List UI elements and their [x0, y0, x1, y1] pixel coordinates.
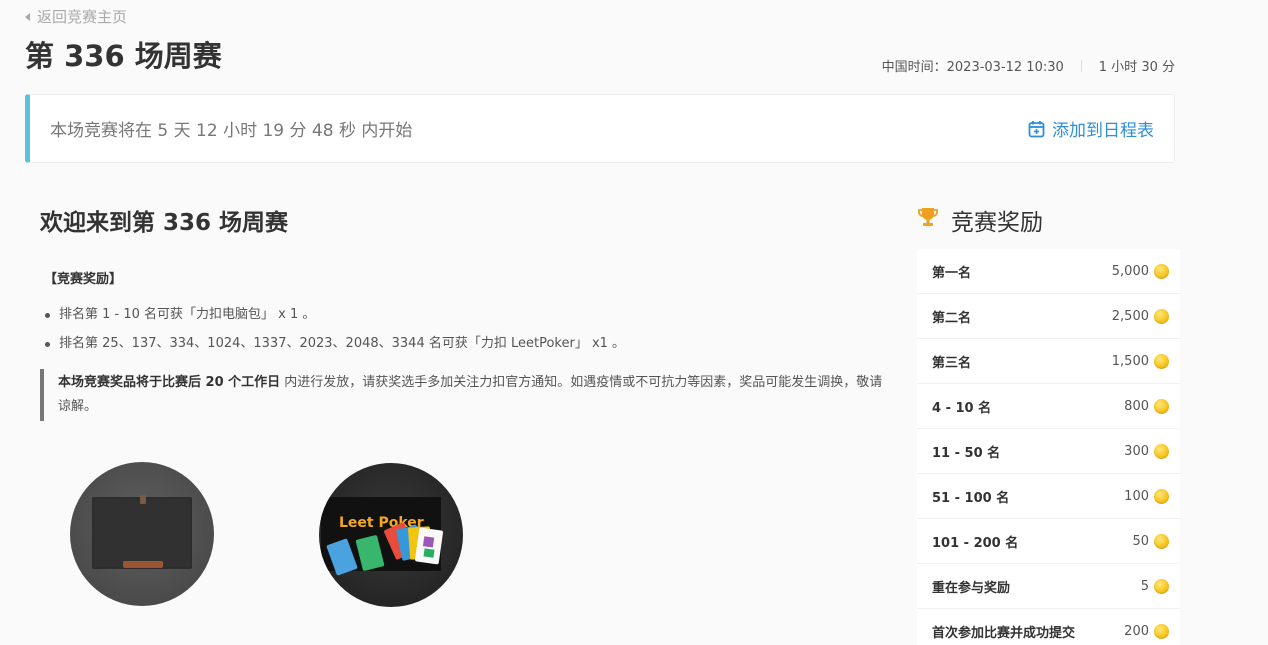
coin-icon: [1154, 488, 1169, 504]
contest-meta: 中国时间：2023-03-12 10:30 1 小时 30 分: [882, 56, 1175, 75]
calendar-plus-icon: [1028, 120, 1045, 138]
coin-icon: [1154, 353, 1169, 369]
reward-item: 排名第 1 - 10 名可获「力扣电脑包」 x 1 。: [44, 305, 625, 334]
caret-left-icon: [25, 12, 30, 21]
back-link-label: 返回竞赛主页: [37, 8, 128, 26]
reward-list: 排名第 1 - 10 名可获「力扣电脑包」 x 1 。 排名第 25、137、3…: [44, 305, 625, 363]
reward-points: 100: [1124, 488, 1169, 504]
countdown-text: 本场竞赛将在 5 天 12 小时 19 分 48 秒 内开始: [50, 121, 413, 141]
countdown-banner: 本场竞赛将在 5 天 12 小时 19 分 48 秒 内开始 添加到日程表: [25, 94, 1175, 163]
points-value: 50: [1132, 533, 1149, 549]
reward-points: 5: [1140, 578, 1169, 594]
points-value: 5: [1140, 578, 1149, 594]
points-value: 300: [1124, 443, 1149, 459]
prize-notice-emphasis: 本场竞赛奖品将于比赛后 20 个工作日: [58, 375, 281, 390]
points-value: 5,000: [1111, 263, 1149, 279]
rewards-row: 101 - 200 名 50: [917, 519, 1180, 564]
rewards-row: 第三名 1,500: [917, 339, 1180, 384]
back-to-contest-home-link[interactable]: 返回竞赛主页: [25, 6, 127, 27]
coin-icon: [1154, 398, 1169, 414]
rewards-row: 首次参加比赛并成功提交 200: [917, 609, 1180, 645]
points-value: 2,500: [1111, 308, 1149, 324]
leetpoker-prize-image: Leet Poker: [319, 463, 463, 607]
rewards-section-label: 【竞赛奖励】: [44, 272, 123, 287]
reward-points: 800: [1124, 398, 1169, 414]
page-title: 第 336 场周赛: [25, 39, 222, 73]
reward-rank: 第一名: [932, 265, 972, 281]
rewards-row: 51 - 100 名 100: [917, 474, 1180, 519]
reward-points: 50: [1132, 533, 1169, 549]
coin-icon: [1154, 533, 1169, 549]
points-value: 1,500: [1111, 353, 1149, 369]
add-to-calendar-label: 添加到日程表: [1052, 121, 1154, 141]
rewards-panel-title: 竞赛奖励: [951, 210, 1043, 236]
rewards-row: 第一名 5,000: [917, 249, 1180, 294]
rewards-table: 第一名 5,000 第二名 2,500 第三名 1,500 4 - 10 名 8…: [917, 249, 1180, 645]
trophy-icon: [917, 206, 939, 234]
reward-rank: 第二名: [932, 310, 972, 326]
reward-item: 排名第 25、137、334、1024、1337、2023、2048、3344 …: [44, 334, 625, 363]
contest-duration: 1 小时 30 分: [1098, 60, 1175, 75]
rewards-panel-heading: 竞赛奖励: [917, 203, 1043, 237]
reward-rank: 首次参加比赛并成功提交: [932, 625, 1076, 641]
reward-rank: 11 - 50 名: [932, 445, 1001, 461]
coin-icon: [1154, 308, 1169, 324]
coin-icon: [1154, 578, 1169, 594]
rewards-row: 第二名 2,500: [917, 294, 1180, 339]
points-value: 200: [1124, 623, 1149, 639]
reward-rank: 重在参与奖励: [932, 580, 1011, 596]
prize-notice: 本场竞赛奖品将于比赛后 20 个工作日 内进行发放，请获奖选手多加关注力扣官方通…: [40, 369, 886, 421]
reward-points: 5,000: [1111, 263, 1169, 279]
add-to-calendar-link[interactable]: 添加到日程表: [1028, 116, 1154, 141]
reward-points: 200: [1124, 623, 1169, 639]
welcome-heading: 欢迎来到第 336 场周赛: [40, 210, 289, 236]
points-value: 800: [1124, 398, 1149, 414]
rewards-row: 4 - 10 名 800: [917, 384, 1180, 429]
reward-points: 300: [1124, 443, 1169, 459]
contest-page: 返回竞赛主页 第 336 场周赛 中国时间：2023-03-12 10:30 1…: [0, 0, 1268, 645]
rewards-row: 11 - 50 名 300: [917, 429, 1180, 474]
coin-icon: [1154, 443, 1169, 459]
coin-icon: [1154, 623, 1169, 639]
reward-points: 1,500: [1111, 353, 1169, 369]
reward-points: 2,500: [1111, 308, 1169, 324]
reward-rank: 51 - 100 名: [932, 490, 1010, 506]
contest-start-time: 中国时间：2023-03-12 10:30: [881, 60, 1064, 75]
laptop-bag-prize-image: [70, 462, 214, 606]
coin-icon: [1154, 263, 1169, 279]
reward-rank: 第三名: [932, 355, 972, 371]
points-value: 100: [1124, 488, 1149, 504]
rewards-row: 重在参与奖励 5: [917, 564, 1180, 609]
reward-rank: 101 - 200 名: [932, 535, 1019, 551]
meta-divider: [1080, 59, 1082, 72]
reward-rank: 4 - 10 名: [932, 400, 992, 416]
